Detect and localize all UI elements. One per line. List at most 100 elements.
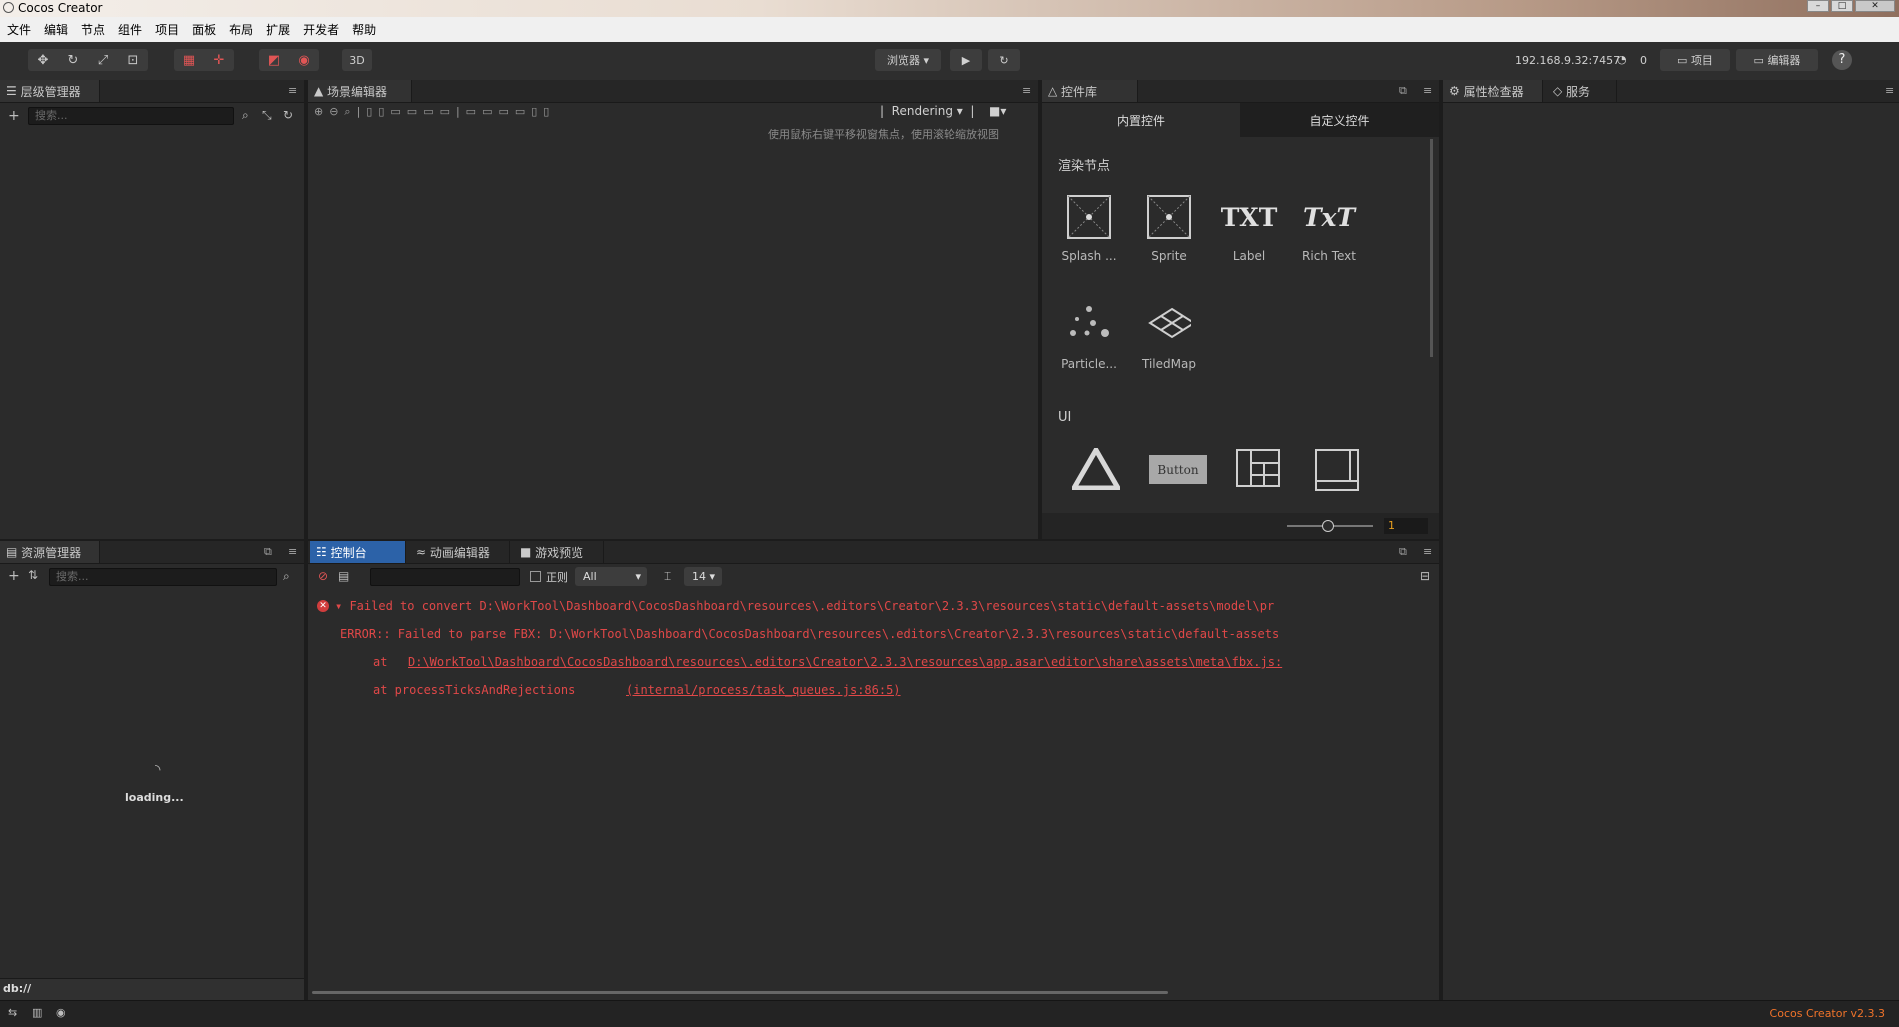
db-icon[interactable]: ▥ (32, 1006, 42, 1019)
menu-edit[interactable]: 编辑 (37, 21, 74, 38)
float-icon[interactable]: ⧉ (1399, 545, 1409, 559)
pivot-icon[interactable]: ▦ (174, 49, 204, 71)
move-tool-icon[interactable]: ✥ (28, 49, 58, 71)
log-line-3-prefix: at (373, 655, 388, 669)
center-icon[interactable]: ✛ (204, 49, 234, 71)
library-scrollbar[interactable] (1430, 139, 1433, 357)
tab-assets[interactable]: ▤ 资源管理器 (0, 541, 100, 563)
collapse-icon[interactable]: ⤡ (262, 108, 272, 123)
tab-hierarchy[interactable]: ☰ 层级管理器 (0, 80, 100, 102)
add-asset-icon[interactable]: + (8, 568, 20, 584)
sort-icon[interactable]: ⇅ (28, 568, 38, 582)
network-icon[interactable]: ⇆ (8, 1006, 17, 1019)
play-button[interactable]: ▶ (950, 49, 982, 71)
ctl-canvas-icon[interactable] (1069, 445, 1123, 493)
console-filter-input[interactable] (370, 568, 520, 586)
panel-menu-icon[interactable]: ≡ (288, 84, 298, 97)
log-line-1[interactable]: ▾ Failed to convert D:\WorkTool\Dashboar… (335, 599, 1425, 613)
ctl-layout-icon[interactable] (1236, 449, 1282, 492)
zoom-slider-thumb[interactable] (1322, 520, 1334, 532)
camera-icon[interactable]: ■▾ (989, 104, 1006, 118)
tab-console[interactable]: ☷ 控制台 (310, 541, 406, 563)
log-line-4-link[interactable]: (internal/process/task_queues.js:86:5) (626, 683, 901, 697)
float-icon[interactable]: ⧉ (264, 545, 274, 559)
search-icon[interactable]: ⌕ (283, 569, 290, 584)
open-log-icon[interactable]: ▤ (338, 569, 349, 583)
menu-component[interactable]: 组件 (111, 21, 148, 38)
zoom-input[interactable]: 1 (1384, 518, 1428, 534)
menu-extension[interactable]: 扩展 (259, 21, 296, 38)
ctl-particle[interactable]: Particle... (1054, 303, 1124, 371)
rotate-tool-icon[interactable]: ↻ (58, 49, 88, 71)
eye-icon[interactable]: ◉ (56, 1006, 66, 1019)
open-project-label: 项目 (1690, 54, 1713, 67)
console-panel: ⊘ ▤ 正则 All ▾ ⌶ 14 ▾ ⊟ ✕ ▾ Failed to conve… (308, 564, 1439, 1000)
ctl-richtext[interactable]: TxT Rich Text (1294, 195, 1364, 264)
assets-search-input[interactable]: 搜索... (49, 568, 277, 586)
preview-browser-select[interactable]: 浏览器 ▾ (875, 49, 941, 71)
tab-animation[interactable]: ≈ 动画编辑器 (410, 541, 510, 563)
tab-inspector[interactable]: ⚙ 属性检查器 (1443, 80, 1543, 102)
particle-icon (1067, 303, 1111, 347)
scale-tool-icon[interactable]: ⤢ (88, 49, 118, 71)
regex-checkbox[interactable] (530, 571, 541, 582)
animation-icon: ≈ (416, 545, 430, 559)
clear-icon[interactable]: ⊘ (318, 569, 328, 583)
ctl-scrollview-icon[interactable] (1315, 449, 1361, 494)
search-icon[interactable]: ⌕ (242, 108, 249, 123)
ctl-label-label: Label (1232, 249, 1266, 263)
local-coord-icon[interactable]: ◩ (259, 49, 289, 71)
console-hscrollbar[interactable] (312, 991, 1168, 994)
tab-game-preview[interactable]: ■ 游戏预览 (514, 541, 604, 563)
folder-icon: ▤ (6, 545, 22, 559)
log-level-select[interactable]: All ▾ (575, 567, 647, 586)
refresh-icon[interactable]: ↻ (283, 108, 293, 122)
menu-file[interactable]: 文件 (0, 21, 37, 38)
services-tab-label: 服务 (1566, 84, 1591, 99)
assets-menu-icon[interactable]: ≡ (288, 545, 298, 558)
minimize-icon[interactable]: – (1807, 0, 1829, 12)
ctl-button[interactable]: Button (1149, 455, 1207, 484)
collapse-all-icon[interactable]: ⊟ (1420, 569, 1430, 583)
add-node-icon[interactable]: + (8, 108, 20, 124)
scene-align-tools[interactable]: ⊕⊖⌕|▯▯▭▭▭▭|▭▭▭▭▯▯ (314, 105, 555, 123)
ctl-splash[interactable]: Splash ... (1054, 195, 1124, 263)
rendering-select[interactable]: | Rendering ▾ | (880, 104, 974, 118)
tab-builtin[interactable]: 内置控件 (1042, 103, 1240, 137)
close-icon[interactable]: ✕ (1855, 0, 1895, 12)
animation-tab-label: 动画编辑器 (429, 545, 490, 560)
ctl-tiledmap[interactable]: TiledMap (1134, 303, 1204, 371)
console-menu-icon[interactable]: ≡ (1423, 545, 1433, 558)
menu-panel[interactable]: 面板 (185, 21, 222, 38)
menu-project[interactable]: 项目 (148, 21, 185, 38)
ctl-sprite[interactable]: Sprite (1134, 195, 1204, 263)
tab-library[interactable]: △ 控件库 (1042, 80, 1138, 102)
tab-custom[interactable]: 自定义控件 (1240, 103, 1439, 137)
scene-menu-icon[interactable]: ≡ (1022, 84, 1032, 97)
log-line-3-link[interactable]: D:\WorkTool\Dashboard\CocosDashboard\res… (408, 655, 1425, 669)
menu-developer[interactable]: 开发者 (296, 21, 345, 38)
inspector-menu-icon[interactable]: ≡ (1885, 84, 1895, 97)
tab-services[interactable]: ◇ 服务 (1547, 80, 1617, 102)
help-icon[interactable]: ? (1832, 50, 1852, 70)
library-menu-icon[interactable]: ≡ (1423, 84, 1433, 97)
global-coord-icon[interactable]: ◉ (289, 49, 319, 71)
mode-3d-button[interactable]: 3D (342, 49, 372, 71)
font-size-select[interactable]: 14 ▾ (684, 567, 722, 586)
ctl-label[interactable]: TXT Label (1214, 195, 1284, 264)
float-icon[interactable]: ⧉ (1399, 84, 1409, 98)
open-project-button[interactable]: ▭ 项目 (1660, 49, 1730, 71)
tab-scene[interactable]: ▲ 场景编辑器 (308, 80, 412, 102)
assets-header: ▤ 资源管理器 ⧉ ≡ (0, 541, 304, 564)
hierarchy-icon: ☰ (6, 84, 21, 98)
library-header: △ 控件库 ⧉ ≡ (1042, 80, 1439, 103)
menu-layout[interactable]: 布局 (222, 21, 259, 38)
maximize-icon[interactable]: □ (1831, 0, 1853, 12)
hierarchy-tab-label: 层级管理器 (20, 84, 81, 99)
open-editor-button[interactable]: ▭ 编辑器 (1736, 49, 1818, 71)
refresh-button[interactable]: ↻ (988, 49, 1020, 71)
menu-help[interactable]: 帮助 (345, 21, 382, 38)
rect-tool-icon[interactable]: ⊡ (118, 49, 148, 71)
hierarchy-search-input[interactable]: 搜索... (28, 107, 234, 125)
menu-node[interactable]: 节点 (74, 21, 111, 38)
